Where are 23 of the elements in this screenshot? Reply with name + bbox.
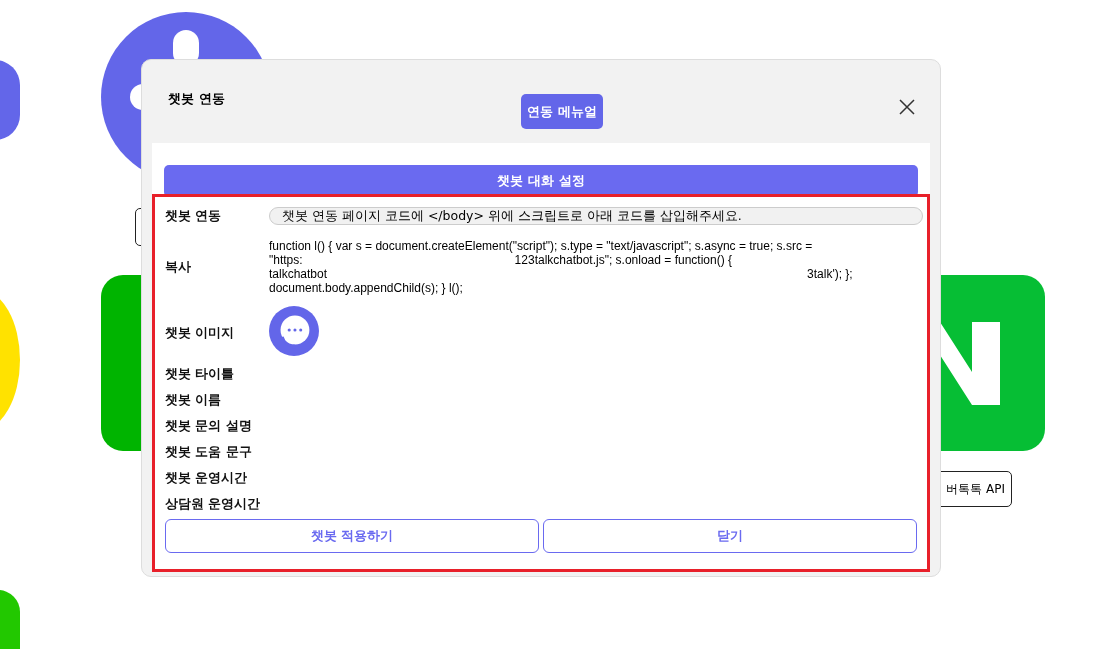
code-text: talkchatbot: [269, 267, 328, 281]
field-label: 챗봇 문의 설명: [165, 417, 253, 435]
code-text: 123talkchatbot.js"; s.onload = function() {: [514, 253, 732, 267]
field-label: 챗봇 연동: [165, 207, 223, 225]
close-icon[interactable]: [899, 99, 915, 115]
dialog-button[interactable]: 챗봇 적용하기: [165, 519, 539, 553]
code-text: document.body.appendChild(s); } l();: [269, 281, 463, 295]
code-text: function l() { var s = document.createElement("script"); s.type = "text/javascript"; s.async = true; s.src =: [269, 239, 813, 253]
notice-pill: 챗봇 연동 페이지 코드에 </body> 위에 스크립트로 아래 코드를 삽입해주세요.: [269, 207, 923, 225]
field-label: 챗봇 도움 문구: [165, 443, 253, 461]
code-text: 3talk'); };: [807, 267, 853, 281]
field-label: 챗봇 이름: [165, 391, 223, 409]
field-label: 챗봇 타이틀: [165, 365, 236, 383]
code-text: "https:: [269, 253, 303, 267]
headset-agent-icon: [269, 306, 319, 356]
field-label: 챗봇 운영시간: [165, 469, 249, 487]
field-label: 복사: [165, 258, 192, 276]
manual-button[interactable]: 연동 메뉴얼: [521, 94, 603, 129]
dialog-button[interactable]: 닫기: [543, 519, 917, 553]
section-bar: 챗봇 대화 설정: [164, 165, 918, 197]
field-label: 상담원 운영시간: [165, 495, 262, 513]
modal-title: 챗봇 연동: [168, 89, 225, 108]
field-label: 챗봇 이미지: [165, 324, 236, 342]
